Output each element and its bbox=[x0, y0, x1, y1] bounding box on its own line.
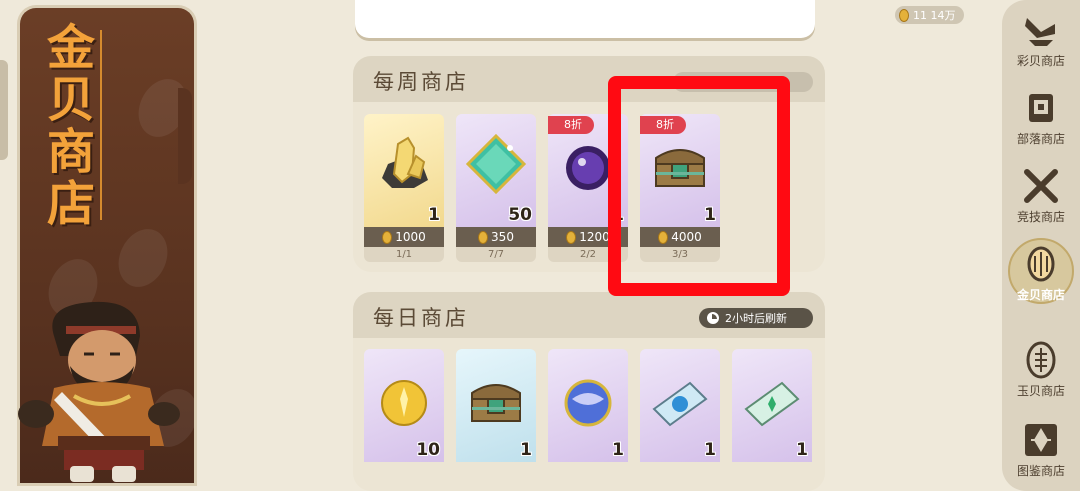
gold-shell-icon bbox=[899, 8, 909, 22]
item-slot: 1 bbox=[364, 114, 444, 227]
price-button[interactable]: 1000 bbox=[364, 227, 444, 247]
shop-title-char: 店 bbox=[46, 176, 95, 232]
item-stock: 7/7 bbox=[456, 247, 536, 262]
item-quantity: 1 bbox=[796, 440, 808, 460]
colorful-shell-icon bbox=[1025, 18, 1055, 46]
shop-item-card[interactable]: 50 350 7/7 bbox=[456, 114, 536, 262]
blue-orb-icon bbox=[564, 379, 612, 427]
nav-label: 竞技商店 bbox=[1016, 210, 1065, 224]
shop-item-card[interactable]: 1 bbox=[732, 349, 812, 491]
price-button[interactable]: 350 bbox=[456, 227, 536, 247]
highlight-box bbox=[608, 76, 790, 296]
shop-item-card[interactable]: 1 1000 1/1 bbox=[364, 114, 444, 262]
item-price: 1000 bbox=[395, 230, 426, 244]
weekly-shop-title: 每周商店 bbox=[373, 70, 469, 94]
nav-label: 图鉴商店 bbox=[1016, 464, 1065, 478]
discount-badge: 8折 bbox=[548, 116, 594, 134]
currency-display: 11 14万 bbox=[895, 6, 964, 24]
green-ticket-icon bbox=[744, 381, 800, 427]
item-slot: 1 bbox=[640, 349, 720, 462]
shop-item-card[interactable]: 1 bbox=[548, 349, 628, 491]
nav-jade-shell-shop[interactable]: 玉贝商店 bbox=[1002, 336, 1080, 414]
item-price: 350 bbox=[491, 230, 514, 244]
item-slot: 1 bbox=[548, 349, 628, 462]
shop-title: 金 贝 商 店 bbox=[38, 22, 104, 230]
nav-gold-shell-shop[interactable]: 金贝商店 bbox=[1002, 234, 1080, 312]
shop-nav: 彩贝商店 部落商店 竞技商店 金贝商店 玉贝商店 图鉴商店 bbox=[1002, 0, 1080, 491]
banner-tab bbox=[178, 88, 192, 184]
shop-item-card[interactable]: 1 bbox=[456, 349, 536, 491]
tribe-totem-icon bbox=[1029, 94, 1053, 122]
item-quantity: 1 bbox=[428, 205, 440, 225]
gold-orb-icon bbox=[381, 380, 427, 426]
green-diamond-icon bbox=[466, 134, 526, 194]
item-stock: 1/1 bbox=[364, 247, 444, 262]
nav-encyclopedia-shop[interactable]: 图鉴商店 bbox=[1002, 412, 1080, 490]
crossed-weapons-icon bbox=[1024, 169, 1058, 203]
item-quantity: 1 bbox=[612, 440, 624, 460]
item-quantity: 1 bbox=[704, 440, 716, 460]
treasure-chest-icon bbox=[471, 384, 521, 422]
item-slot: 1 bbox=[456, 349, 536, 462]
gold-shell-icon bbox=[566, 230, 577, 244]
gold-shell-icon bbox=[382, 230, 393, 244]
left-edge-tab bbox=[0, 60, 8, 160]
nav-label: 玉贝商店 bbox=[1016, 384, 1065, 398]
nav-label: 部落商店 bbox=[1016, 132, 1065, 146]
nav-tribe-shop[interactable]: 部落商店 bbox=[1002, 78, 1080, 156]
item-slot: 10 bbox=[364, 349, 444, 462]
shopkeeper-character bbox=[18, 301, 180, 482]
shop-title-char: 贝 bbox=[46, 72, 95, 128]
shop-title-char: 商 bbox=[46, 124, 95, 180]
clock-icon bbox=[707, 312, 719, 324]
refresh-timer: 2小时后刷新 bbox=[699, 308, 813, 328]
item-quantity: 1 bbox=[520, 440, 532, 460]
jade-shell-icon bbox=[1026, 341, 1056, 379]
nav-label: 彩贝商店 bbox=[1016, 54, 1065, 68]
item-price: 1200 bbox=[579, 230, 610, 244]
encyclopedia-icon bbox=[1025, 424, 1057, 456]
nav-arena-shop[interactable]: 竞技商店 bbox=[1002, 156, 1080, 234]
gold-shell-icon bbox=[1027, 246, 1055, 282]
shop-title-char: 金 bbox=[46, 20, 95, 76]
gold-shell-icon bbox=[478, 230, 489, 244]
nav-label: 金贝商店 bbox=[1016, 288, 1065, 302]
discount-badge: 8折 bbox=[640, 116, 686, 134]
item-quantity: 10 bbox=[416, 440, 440, 460]
crystal-ore-icon bbox=[382, 136, 428, 188]
shop-item-card[interactable]: 1 bbox=[640, 349, 720, 491]
shop-item-card[interactable]: 10 bbox=[364, 349, 444, 491]
blue-ticket-icon bbox=[652, 381, 708, 427]
item-slot: 1 bbox=[732, 349, 812, 462]
previous-section-bottom bbox=[355, 0, 815, 38]
nav-colorful-shell-shop[interactable]: 彩贝商店 bbox=[1002, 0, 1080, 78]
currency-amount: 11 14万 bbox=[913, 9, 956, 22]
daily-shop-title: 每日商店 bbox=[373, 306, 469, 330]
refresh-text: 2小时后刷新 bbox=[725, 312, 787, 325]
title-divider bbox=[100, 30, 102, 220]
item-quantity: 50 bbox=[508, 205, 532, 225]
item-slot: 50 bbox=[456, 114, 536, 227]
